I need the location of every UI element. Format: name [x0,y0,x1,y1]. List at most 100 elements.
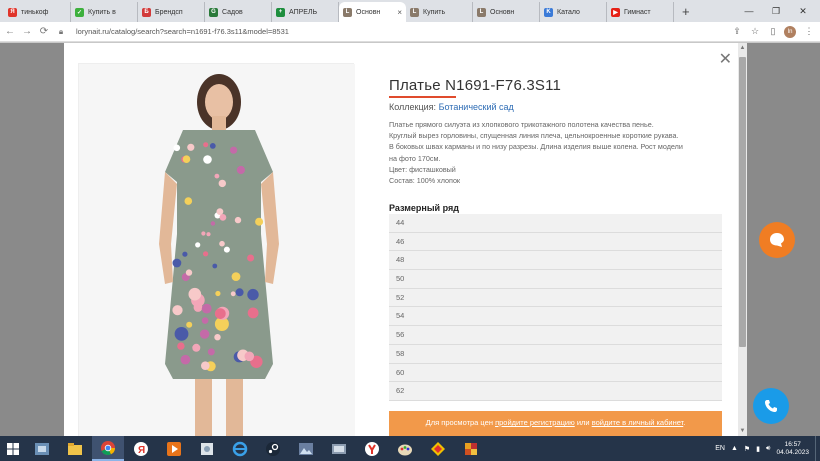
dress-flower-print [247,288,259,301]
tab-label: Основн [490,8,515,16]
chat-bubble-icon [770,233,784,247]
flag-icon[interactable]: ⚑ [744,445,750,453]
taskbar-item[interactable] [158,436,190,461]
avatar[interactable]: In [784,25,796,38]
scroll-up-icon[interactable]: ▲ [738,45,747,51]
dress-flower-print [230,146,238,154]
screen-capture-icon [332,443,346,454]
dress-flower-print [195,242,201,248]
sizes-heading: Размерный ряд [389,203,459,213]
maximize-icon[interactable]: ❐ [763,0,789,22]
photo-viewer-icon [299,442,313,455]
dress-flower-print [216,208,224,216]
bookmark-star-icon[interactable]: ☆ [748,26,762,37]
svg-text:Я: Я [138,445,145,456]
sizes-list: 44 46 48 50 52 54 56 58 60 62 [389,214,722,401]
dress-flower-print [199,329,210,339]
taskbar-item[interactable] [59,436,91,461]
size-row: 44 [389,214,722,233]
sidebar-icon[interactable]: ▯ [766,26,780,37]
language-indicator[interactable]: EN [715,445,725,452]
menu-kebab-icon[interactable]: ⋮ [802,26,816,37]
scrollbar-thumb[interactable] [739,57,746,347]
start-button[interactable] [0,436,26,461]
tray-arrow-icon[interactable]: ▲ [731,445,738,452]
taskbar-item[interactable] [422,436,454,461]
forward-icon[interactable]: → [20,26,34,37]
size-row: 56 [389,326,722,345]
close-modal-icon[interactable]: ✕ [719,49,732,69]
favicon-icon: L [410,7,419,17]
size-row: 58 [389,344,722,364]
price-login-banner: Для просмотра цен пройдите регистрацию и… [389,411,722,436]
call-button[interactable] [753,388,789,424]
favicon-icon: ✓ [75,7,84,17]
chat-button[interactable] [759,222,795,258]
network-icon[interactable]: ▮ [756,445,760,453]
browser-tab[interactable]: L Основн × [339,2,406,22]
taskbar-item[interactable] [191,436,223,461]
browser-tab[interactable]: Ятинькоф [4,2,71,22]
description-line: на фото 170см. [389,153,441,163]
close-tab-icon[interactable]: × [397,8,402,17]
taskbar-item[interactable] [224,436,256,461]
browser-tab[interactable]: ▶ Гимнаст [607,2,674,22]
tab-label: Катало [557,8,580,16]
close-window-icon[interactable]: ✕ [790,0,816,22]
product-description: Платье прямого силуэта из хлопкового три… [389,119,724,186]
browser-tab[interactable]: + АПРЕЛЬ [272,2,339,22]
show-desktop-button[interactable] [815,436,820,461]
colorful-app-icon [431,441,445,456]
model-dress-image [79,64,355,436]
dress-flower-print [186,321,193,328]
dress-flower-print [184,197,193,205]
system-clock[interactable]: 16:57 04.04.2023 [776,441,809,457]
taskbar-item[interactable] [323,436,355,461]
collection-link[interactable]: Ботанический сад [439,102,514,112]
color-line: Цвет: фисташковый [389,164,456,174]
dress-flower-print [247,307,259,319]
taskbar-item[interactable]: Я [125,436,157,461]
dress-flower-print [182,155,191,163]
tab-strip: Ятинькоф ✓ Купить в Б Брендсп G Садов + АПРЕЛЬ L О… [0,0,820,22]
browser-tab[interactable]: L Основн [473,2,540,22]
dress-flower-print [180,354,191,365]
taskbar-item[interactable] [290,436,322,461]
back-icon[interactable]: ← [3,26,17,37]
new-tab-button[interactable]: + [682,2,690,22]
explorer-folder-icon [68,442,82,455]
tab-label: Садов [222,8,243,16]
taskbar-item[interactable] [389,436,421,461]
dress-flower-print [203,142,209,148]
browser-tab[interactable]: Б Брендсп [138,2,205,22]
favicon-icon: Я [8,7,17,17]
url-field[interactable]: lorynait.ru/catalog/search?search=n1691-… [76,27,730,36]
browser-tab[interactable]: L Купить [406,2,473,22]
browser-tab[interactable]: ✓ Купить в [71,2,138,22]
browser-tab[interactable]: G Садов [205,2,272,22]
dress-flower-print [212,263,218,269]
size-row: 50 [389,270,722,289]
dress-flower-print [206,232,211,237]
dress-flower-print [187,143,195,151]
minimize-icon[interactable]: — [736,0,762,22]
taskbar-item[interactable] [26,436,58,461]
browser-tab[interactable]: K Катало [540,2,607,22]
taskbar-item[interactable] [356,436,388,461]
share-icon[interactable]: ⇪ [730,26,744,37]
dress-flower-print [201,303,212,314]
login-link[interactable]: войдите в личный кабинет [592,418,684,427]
reload-icon[interactable]: ⟳ [37,26,51,37]
register-link[interactable]: пройдите регистрацию [495,418,575,427]
taskbar-item[interactable] [257,436,289,461]
dress-flower-print [193,303,203,312]
taskbar-item[interactable] [455,436,487,461]
lock-icon[interactable]: 🔒︎ [54,27,68,37]
dress-flower-print [247,254,255,262]
volume-icon[interactable]: 🔊︎ [766,445,770,453]
favicon-icon: + [276,7,285,17]
scroll-down-icon[interactable]: ▼ [738,428,747,434]
taskbar-item[interactable] [92,436,124,461]
page-scrollbar[interactable]: ▲ ▼ [738,43,747,436]
size-row: 62 [389,382,722,401]
